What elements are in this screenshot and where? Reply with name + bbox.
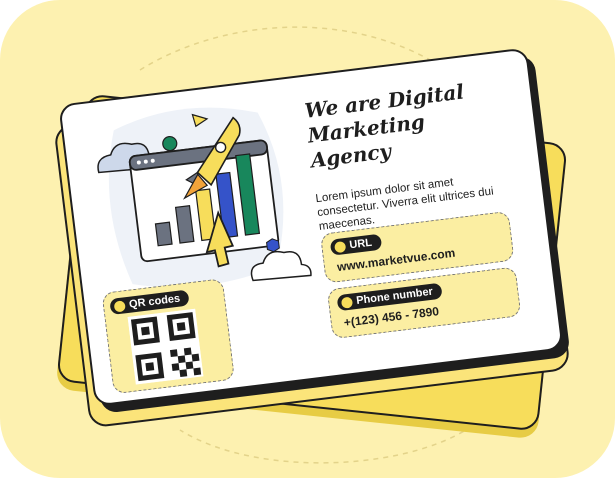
globe-icon bbox=[333, 240, 347, 253]
marketing-illustration bbox=[97, 107, 312, 288]
qr-icon bbox=[113, 299, 126, 313]
qr-code[interactable] bbox=[127, 308, 204, 385]
qr-label: QR codes bbox=[128, 292, 181, 311]
flyer-stage: We are Digital Marketing Agency Lorem ip… bbox=[0, 0, 615, 478]
url-label: URL bbox=[348, 236, 373, 252]
phone-icon bbox=[340, 296, 354, 309]
business-card: We are Digital Marketing Agency Lorem ip… bbox=[58, 47, 564, 407]
qr-box: QR codes bbox=[101, 278, 236, 395]
headline: We are Digital Marketing Agency bbox=[303, 79, 466, 173]
url-label-pill: URL bbox=[329, 233, 382, 256]
